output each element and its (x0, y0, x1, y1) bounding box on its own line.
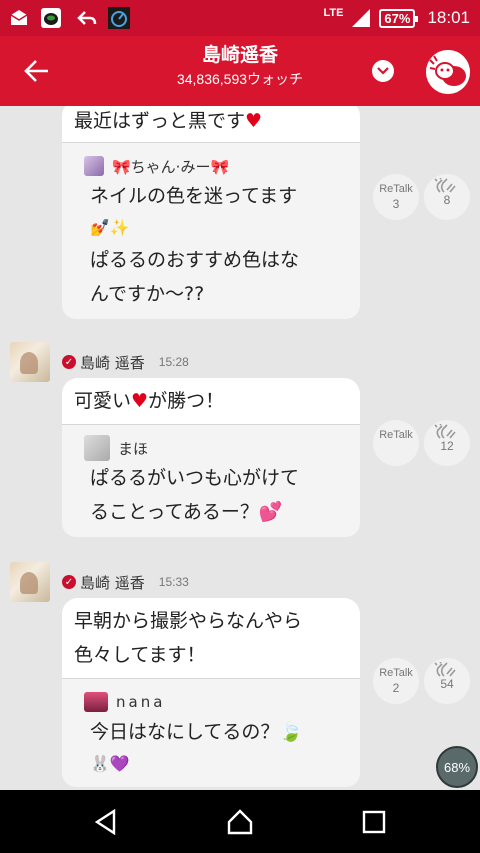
watch-count: 34,836,593ウォッチ (176, 71, 304, 87)
header-title-block: 島崎遥香 34,836,593ウォッチ (0, 42, 480, 90)
quote-username: まほ (118, 439, 149, 458)
system-nav-bar (0, 790, 480, 853)
retalk-button[interactable]: ReTalk 2 (373, 658, 419, 704)
message-bubble: 可愛い♥が勝つ！ まほ ぱるるがいつも心がけて ることってあるー？💕 (62, 378, 360, 537)
retalk-label: ReTalk (379, 667, 413, 679)
mascot-avatar-button[interactable] (426, 50, 470, 94)
message-text-line: 最近はずっと黒です (74, 110, 246, 132)
reply-arrow-icon (77, 11, 97, 25)
verified-check-icon: ✓ (62, 575, 76, 589)
timestamp: 15:33 (158, 575, 189, 589)
message-bubble: 最近はずっと黒です♥ 🎀ちゃん·みー🎀 ネイルの色を迷ってます 💅✨ ぱるるのお… (62, 106, 360, 319)
message-text: 最近はずっと黒です♥ (74, 106, 348, 142)
status-bar: LTE 67% 18:01 (0, 0, 480, 36)
quote-user-avatar (84, 156, 104, 176)
message-bubble: 早朝から撮影やらなんやら 色々してます！ nana 今日はなにしてるの？🍃 🐰💜 (62, 598, 360, 787)
message-text-line: 早朝から撮影やらなんやら (74, 610, 303, 632)
quote-text: ネイルの色を迷ってます 💅✨ ぱるるのおすすめ色はな んですか〜?? (84, 179, 348, 311)
clap-button[interactable]: 8 (424, 174, 470, 220)
clap-count: 12 (440, 439, 454, 453)
nav-recents-icon[interactable] (360, 808, 388, 836)
user-avatar[interactable] (10, 562, 50, 602)
app-header: 島崎遥香 34,836,593ウォッチ (0, 36, 480, 106)
quote-line: 🐰💜 (90, 754, 130, 773)
quote-username: 🎀ちゃん·みー🎀 (112, 157, 230, 176)
chevron-down-icon (377, 67, 389, 75)
quote-user-avatar (84, 435, 110, 461)
message-text-line: 色々してます！ (74, 644, 206, 666)
signal-icon (352, 9, 371, 27)
mascot-icon (426, 50, 470, 94)
quote-line: 💅✨ (90, 218, 130, 237)
quote-username: nana (116, 693, 166, 711)
username: 島崎 遥香 (80, 353, 145, 372)
message-text: 可愛い♥が勝つ！ (74, 378, 348, 424)
chat-timeline[interactable]: 最近はずっと黒です♥ 🎀ちゃん·みー🎀 ネイルの色を迷ってます 💅✨ ぱるるのお… (0, 106, 480, 790)
clap-button[interactable]: 12 (424, 420, 470, 466)
heart-icon: ♥ (245, 110, 263, 132)
timestamp: 15:28 (158, 355, 189, 369)
quote-text: 今日はなにしてるの？🍃 🐰💜 (84, 715, 348, 779)
message-text-line: 可愛い (74, 390, 132, 412)
mail-icon (10, 10, 28, 25)
quote-user: 🎀ちゃん·みー🎀 (84, 153, 348, 179)
quoted-question: まほ ぱるるがいつも心がけて ることってあるー？💕 (62, 424, 360, 537)
quote-line: ぱるるがいつも心がけて (90, 467, 300, 489)
network-type: LTE (323, 7, 344, 19)
retalk-button[interactable]: ReTalk 3 (373, 174, 419, 220)
quoted-question: 🎀ちゃん·みー🎀 ネイルの色を迷ってます 💅✨ ぱるるのおすすめ色はな んですか… (62, 142, 360, 319)
quote-user-avatar (84, 692, 108, 712)
quote-line: ネイルの色を迷ってます (90, 185, 298, 207)
clap-count: 8 (443, 193, 451, 207)
dropdown-button[interactable] (372, 60, 394, 82)
clap-count: 54 (440, 677, 454, 691)
progress-badge[interactable]: 68% (436, 746, 478, 788)
quote-line: んですか〜?? (90, 283, 205, 305)
retalk-button[interactable]: ReTalk (373, 420, 419, 466)
user-avatar[interactable] (10, 342, 50, 382)
nav-back-icon[interactable] (92, 808, 120, 836)
clap-button[interactable]: 54 (424, 658, 470, 704)
speed-gauge-icon (108, 7, 130, 29)
retalk-count: 2 (392, 681, 400, 695)
message-text-line: が勝つ！ (148, 390, 225, 412)
clock: 18:01 (427, 8, 470, 27)
verified-check-icon: ✓ (62, 355, 76, 369)
quote-line: ることってあるー？💕 (90, 501, 283, 523)
retalk-count: 3 (392, 197, 400, 211)
message-meta: ✓ 島崎 遥香 15:33 (10, 562, 189, 602)
quote-text: ぱるるがいつも心がけて ることってあるー？💕 (84, 461, 348, 529)
retalk-label: ReTalk (379, 183, 413, 195)
quote-line: 今日はなにしてるの？🍃 (90, 721, 304, 743)
battery-indicator: 67% (379, 8, 419, 28)
quoted-question: nana 今日はなにしてるの？🍃 🐰💜 (62, 678, 360, 787)
status-right: LTE 67% 18:01 (323, 6, 470, 30)
quote-line: ぱるるのおすすめ色はな (90, 249, 300, 271)
quote-user: まほ (84, 435, 348, 461)
retalk-label: ReTalk (379, 429, 413, 441)
message-text: 早朝から撮影やらなんやら 色々してます！ (74, 598, 348, 678)
shield-app-icon (41, 8, 61, 28)
quote-user: nana (84, 689, 348, 715)
message-meta: ✓ 島崎 遥香 15:28 (10, 342, 189, 382)
page-title: 島崎遥香 (201, 44, 278, 66)
username: 島崎 遥香 (80, 573, 145, 592)
nav-home-icon[interactable] (226, 808, 254, 836)
heart-icon: ♥ (131, 390, 149, 412)
